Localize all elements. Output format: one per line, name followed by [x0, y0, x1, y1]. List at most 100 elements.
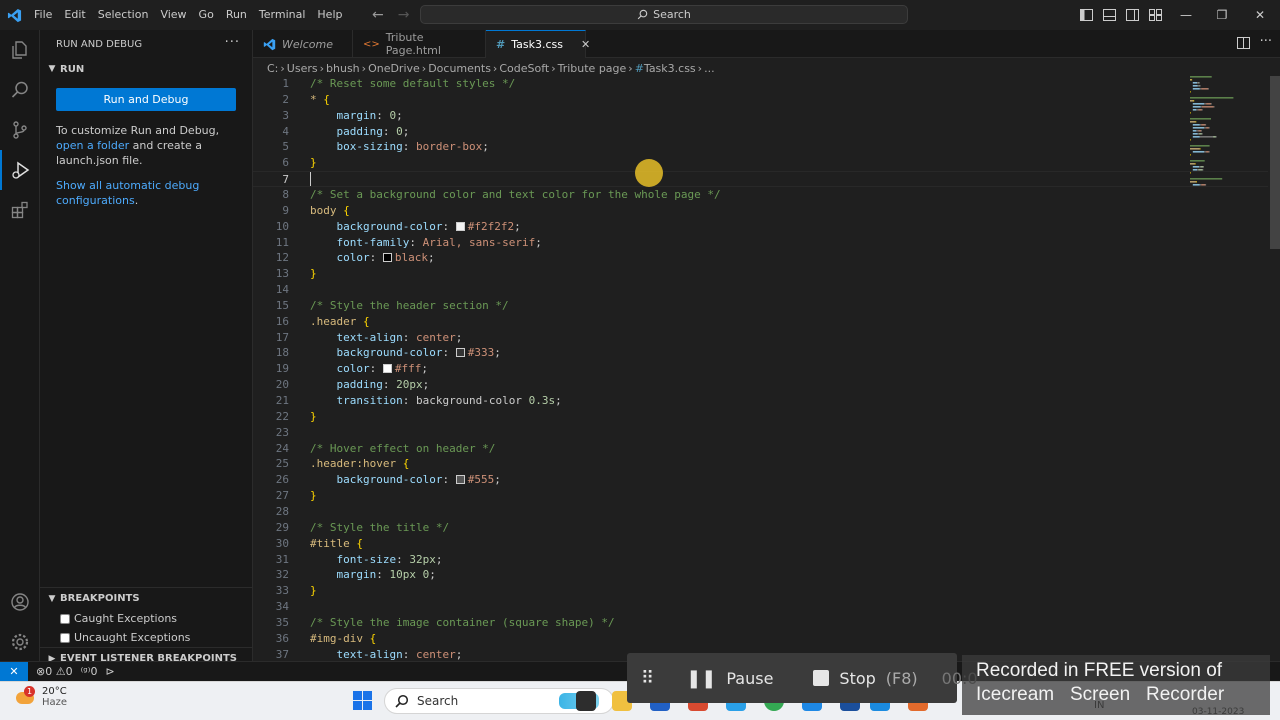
code-line[interactable]: 23 [253, 425, 1268, 441]
breadcrumb-item[interactable]: Tribute page [558, 62, 627, 75]
code-line[interactable]: 22} [253, 409, 1268, 425]
menu-item-file[interactable]: File [28, 0, 58, 30]
task-view-icon[interactable] [576, 691, 596, 711]
code-line[interactable]: 6} [253, 155, 1268, 171]
command-search[interactable]: Search [420, 5, 908, 24]
customize-layout-icon[interactable] [1149, 9, 1162, 21]
editor-scrollbar[interactable] [1268, 76, 1280, 661]
stop-button[interactable]: Stop (F8) [813, 669, 918, 688]
debug-launch-icon[interactable]: ⊳ [105, 665, 114, 678]
split-editor-icon[interactable] [1237, 37, 1250, 52]
breadcrumb-item[interactable]: ... [704, 62, 715, 75]
code-line[interactable]: 34 [253, 599, 1268, 615]
breadcrumb-item[interactable]: Users [287, 62, 318, 75]
code-line[interactable]: 36 #img-div { [253, 631, 1268, 647]
show-all-debug-configs-link[interactable]: Show all automatic debug configurations [56, 179, 199, 207]
code-line[interactable]: 33} [253, 583, 1268, 599]
toggle-primary-sidebar-icon[interactable] [1080, 9, 1093, 21]
minimize-icon[interactable]: — [1166, 0, 1206, 30]
code-line[interactable]: 28 [253, 504, 1268, 520]
color-swatch[interactable] [455, 348, 465, 358]
forward-arrow-icon[interactable]: → [398, 7, 410, 23]
manage-gear-icon[interactable] [0, 622, 40, 662]
source-control-icon[interactable] [0, 110, 40, 150]
color-swatch[interactable] [455, 221, 465, 231]
toggle-panel-icon[interactable] [1103, 9, 1116, 21]
back-arrow-icon[interactable]: ← [372, 7, 384, 23]
code-line[interactable]: 27} [253, 488, 1268, 504]
code-line[interactable]: 26 background-color: #555; [253, 472, 1268, 488]
breadcrumb-item[interactable]: C: [267, 62, 278, 75]
code-line[interactable]: 30 #title { [253, 536, 1268, 552]
color-swatch[interactable] [455, 475, 465, 485]
code-line[interactable]: 32 margin: 10px 0; [253, 567, 1268, 583]
code-line[interactable]: 19 color: #fff; [253, 361, 1268, 377]
code-line[interactable]: 2 * { [253, 92, 1268, 108]
menu-item-help[interactable]: Help [311, 0, 348, 30]
menu-item-view[interactable]: View [154, 0, 192, 30]
toggle-secondary-sidebar-icon[interactable] [1126, 9, 1139, 21]
color-swatch[interactable] [382, 364, 392, 374]
code-line[interactable]: 12 color: black; [253, 250, 1268, 266]
breakpoints-header[interactable]: ▼ BREAKPOINTS [40, 587, 253, 609]
close-window-icon[interactable]: ✕ [1240, 0, 1280, 30]
explorer-icon[interactable] [0, 30, 40, 70]
code-line[interactable]: 10 background-color: #f2f2f2; [253, 219, 1268, 235]
more-actions-icon[interactable]: ··· [225, 35, 240, 50]
code-line[interactable]: 8 /* Set a background color and text colo… [253, 187, 1268, 203]
code-line[interactable]: 11 font-family: Arial, sans-serif; [253, 235, 1268, 251]
code-line[interactable]: 35 /* Style the image container (square s… [253, 615, 1268, 631]
windows-start-icon[interactable] [353, 691, 373, 715]
menu-item-run[interactable]: Run [220, 0, 253, 30]
tab-welcome[interactable]: Welcome [253, 30, 353, 58]
caught-exceptions-item[interactable]: Caught Exceptions [40, 609, 253, 628]
color-swatch[interactable] [382, 253, 392, 263]
code-line[interactable]: 24 /* Hover effect on header */ [253, 441, 1268, 457]
tab-task3-css[interactable]: # Task3.css ✕ [486, 30, 590, 58]
code-line[interactable]: 14 [253, 282, 1268, 298]
code-line[interactable]: 16 .header { [253, 314, 1268, 330]
menu-item-terminal[interactable]: Terminal [253, 0, 312, 30]
code-line[interactable]: 17 text-align: center; [253, 330, 1268, 346]
menu-item-go[interactable]: Go [193, 0, 220, 30]
weather-widget[interactable]: 1 20°C Haze [14, 686, 67, 708]
code-line[interactable]: 21 transition: background-color 0.3s; [253, 393, 1268, 409]
breadcrumb-item[interactable]: Task3.css [644, 62, 696, 75]
breadcrumb-item[interactable]: OneDrive [368, 62, 420, 75]
code-line[interactable]: 29 /* Style the title */ [253, 520, 1268, 536]
code-line[interactable]: 3 margin: 0; [253, 108, 1268, 124]
uncaught-exceptions-checkbox[interactable] [60, 632, 70, 643]
accounts-icon[interactable] [0, 582, 40, 622]
open-folder-link[interactable]: open a folder [56, 139, 129, 152]
uncaught-exceptions-item[interactable]: Uncaught Exceptions [40, 628, 253, 647]
code-line[interactable]: 1 /* Reset some default styles */ [253, 76, 1268, 92]
code-line[interactable]: 20 padding: 20px; [253, 377, 1268, 393]
extensions-icon[interactable] [0, 190, 40, 230]
run-and-debug-icon[interactable] [0, 150, 40, 190]
remote-indicator-icon[interactable]: ✕ [0, 661, 28, 682]
code-line[interactable]: 15 /* Style the header section */ [253, 298, 1268, 314]
menu-item-selection[interactable]: Selection [92, 0, 155, 30]
more-actions-icon[interactable]: ··· [1260, 34, 1272, 49]
code-line[interactable]: 9 body { [253, 203, 1268, 219]
ports-indicator[interactable]: ⁽ᵍ⁾0 [81, 665, 98, 678]
breadcrumb-item[interactable]: bhush [326, 62, 360, 75]
run-section-header[interactable]: ▼ RUN [40, 58, 252, 80]
pause-button[interactable]: ❚❚ Pause [686, 668, 773, 689]
code-line[interactable]: 13} [253, 266, 1268, 282]
scrollbar-thumb[interactable] [1270, 76, 1280, 249]
code-line[interactable]: 25 .header:hover { [253, 456, 1268, 472]
code-line[interactable]: 5 box-sizing: border-box; [253, 139, 1268, 155]
menu-item-edit[interactable]: Edit [58, 0, 91, 30]
breadcrumb-item[interactable]: Documents [428, 62, 491, 75]
search-icon[interactable] [0, 70, 40, 110]
maximize-icon[interactable]: ❐ [1202, 0, 1242, 30]
code-line[interactable]: 4 padding: 0; [253, 124, 1268, 140]
code-line[interactable]: 18 background-color: #333; [253, 345, 1268, 361]
minimap[interactable] [1190, 76, 1260, 196]
code-line[interactable]: 7 [253, 171, 1268, 188]
code-editor[interactable]: 1/* Reset some default styles */2 * {3 ma… [253, 76, 1268, 661]
close-tab-icon[interactable]: ✕ [581, 38, 590, 51]
tab-tribute-page-html[interactable]: <> Tribute Page.html [353, 30, 486, 58]
drag-handle-icon[interactable]: ⠿ [641, 668, 654, 689]
